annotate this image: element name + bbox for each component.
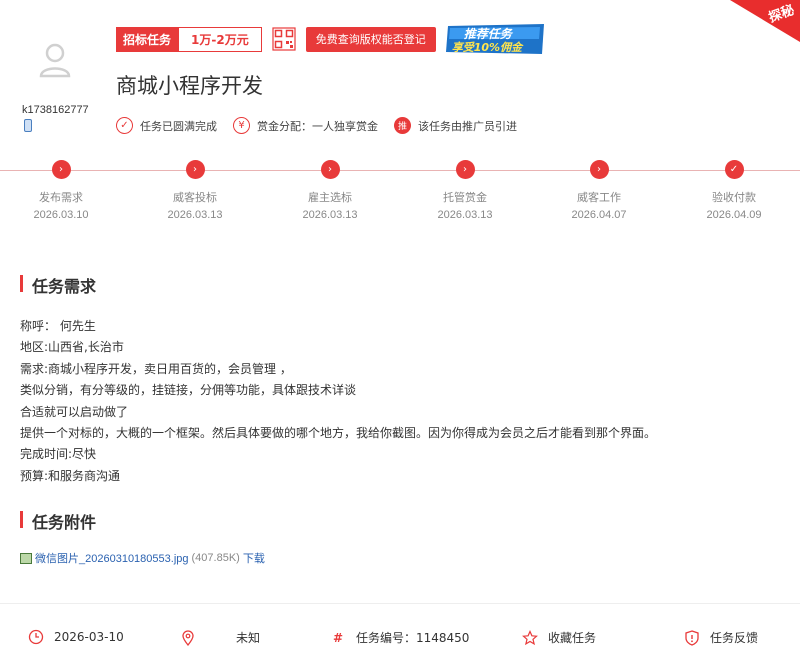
price-badge: 1万-2万元	[178, 26, 262, 52]
requirements-heading: 任务需求	[20, 273, 96, 297]
step-label: 威客工作	[577, 191, 621, 204]
step-date: 2026.04.07	[571, 209, 627, 221]
footer-task-number: # 任务编号：1148450	[330, 629, 469, 646]
promoter-icon: 推	[394, 117, 411, 134]
timeline-line	[0, 170, 800, 171]
footer-bar: 2026-03-10 未知 # 任务编号：1148450 收藏任务 任务反馈	[0, 603, 800, 659]
timeline-step: › 雇主选标 2026.03.13	[285, 160, 375, 221]
timeline-step: › 托管赏金 2026.03.13	[420, 160, 510, 221]
phone-verified-icon	[24, 119, 32, 132]
step-label: 发布需求	[39, 191, 83, 204]
hash-icon: #	[332, 630, 344, 645]
progress-timeline: › 发布需求 2026.03.10 › 威客投标 2026.03.13 › 雇主…	[0, 160, 800, 230]
footer-date: 2026-03-10	[28, 629, 124, 645]
req-line: 完成时间:尽快	[20, 447, 97, 462]
arrow-right-icon: ›	[51, 160, 71, 179]
task-number: 任务编号：1148450	[356, 631, 470, 645]
timeline-step: › 发布需求 2026.03.10	[16, 160, 106, 221]
req-line: 需求:商城小程序开发，卖日用百货的，会员管理 ，	[20, 361, 292, 376]
copyright-check-button[interactable]: 免费查询版权能否登记	[305, 26, 436, 52]
shield-alert-icon	[685, 629, 699, 646]
clock-icon	[28, 629, 44, 645]
arrow-right-icon: ›	[320, 160, 340, 179]
feature-row: ✓ 任务已圆满完成 ¥ 赏金分配：一人独享赏金 推 该任务由推广员引进	[116, 117, 533, 134]
yen-circle-icon: ¥	[233, 117, 250, 134]
footer-location: 未知	[180, 629, 260, 646]
feature-reward: ¥ 赏金分配：一人独享赏金	[233, 117, 378, 134]
requirements-body: 称呼： 何先生 地区:山西省,长治市 需求:商城小程序开发，卖日用百货的，会员管…	[20, 316, 656, 487]
arrow-right-icon: ›	[185, 160, 205, 179]
req-line: 合适就可以启动做了	[20, 404, 129, 419]
step-label: 威客投标	[173, 191, 217, 204]
location-value: 未知	[236, 631, 261, 645]
step-label: 雇主选标	[308, 191, 352, 204]
promo-line-2: 享受10%佣金	[451, 41, 523, 54]
req-line: 预算:和服务商沟通	[20, 468, 121, 483]
attachment-item: 微信图片_20260310180553.jpg (407.85K) 下载	[20, 550, 265, 566]
star-icon	[522, 629, 538, 645]
task-type-badge: 招标任务	[116, 26, 179, 52]
check-circle-icon: ✓	[116, 117, 133, 134]
user-avatar-icon	[39, 43, 71, 78]
timeline-step: › 威客投标 2026.03.13	[150, 160, 240, 221]
timeline-step: › 威客工作 2026.04.07	[554, 160, 644, 221]
favorite-task-button[interactable]: 收藏任务	[522, 629, 596, 646]
step-label: 托管赏金	[443, 191, 487, 204]
timeline-step: ✓ 验收付款 2026.04.09	[689, 160, 779, 221]
download-link[interactable]: 下载	[243, 550, 265, 566]
req-line: 称呼： 何先生	[20, 319, 96, 333]
req-line: 地区:山西省,长治市	[20, 340, 124, 355]
page-title: 商城小程序开发	[116, 74, 263, 98]
step-label: 验收付款	[712, 191, 756, 204]
feature-promoter: 推 该任务由推广员引进	[394, 117, 517, 134]
req-line: 提供一个对标的，大概的一个框架。然后具体要做的哪个地方，我给你截图。因为你得成为…	[20, 426, 657, 441]
attachments-heading: 任务附件	[20, 509, 96, 533]
step-date: 2026.04.09	[706, 209, 762, 221]
check-icon: ✓	[724, 160, 744, 179]
favorite-label: 收藏任务	[548, 631, 597, 645]
location-pin-icon	[182, 629, 194, 646]
step-date: 2026.03.10	[33, 209, 89, 221]
feature-text: 赏金分配：一人独享赏金	[257, 119, 378, 133]
publish-date: 2026-03-10	[54, 630, 124, 644]
step-date: 2026.03.13	[167, 209, 223, 221]
arrow-right-icon: ›	[455, 160, 475, 179]
arrow-right-icon: ›	[589, 160, 609, 179]
feedback-label: 任务反馈	[710, 631, 759, 645]
task-feedback-button[interactable]: 任务反馈	[684, 629, 758, 646]
explore-ribbon[interactable]: 探秘	[730, 0, 800, 42]
step-date: 2026.03.13	[302, 209, 358, 221]
qr-code-icon[interactable]	[272, 27, 296, 51]
promo-banner[interactable]: 推荐任务 享受10%佣金	[444, 22, 548, 56]
header-badges: 招标任务 1万-2万元 免费查询版权能否登记 推荐任务 享受10%佣金	[116, 24, 548, 54]
req-line: 类似分销，有分等级的，挂链接，分佣等功能，具体跟技术详谈	[20, 383, 357, 398]
image-file-icon	[20, 552, 32, 564]
feature-text: 该任务由推广员引进	[418, 119, 517, 133]
feature-completed: ✓ 任务已圆满完成	[116, 117, 217, 134]
username: k1738162777	[22, 104, 89, 116]
feature-text: 任务已圆满完成	[140, 119, 217, 133]
attachment-size: (407.85K)	[191, 552, 240, 564]
step-date: 2026.03.13	[437, 209, 493, 221]
attachment-link[interactable]: 微信图片_20260310180553.jpg	[35, 550, 189, 566]
